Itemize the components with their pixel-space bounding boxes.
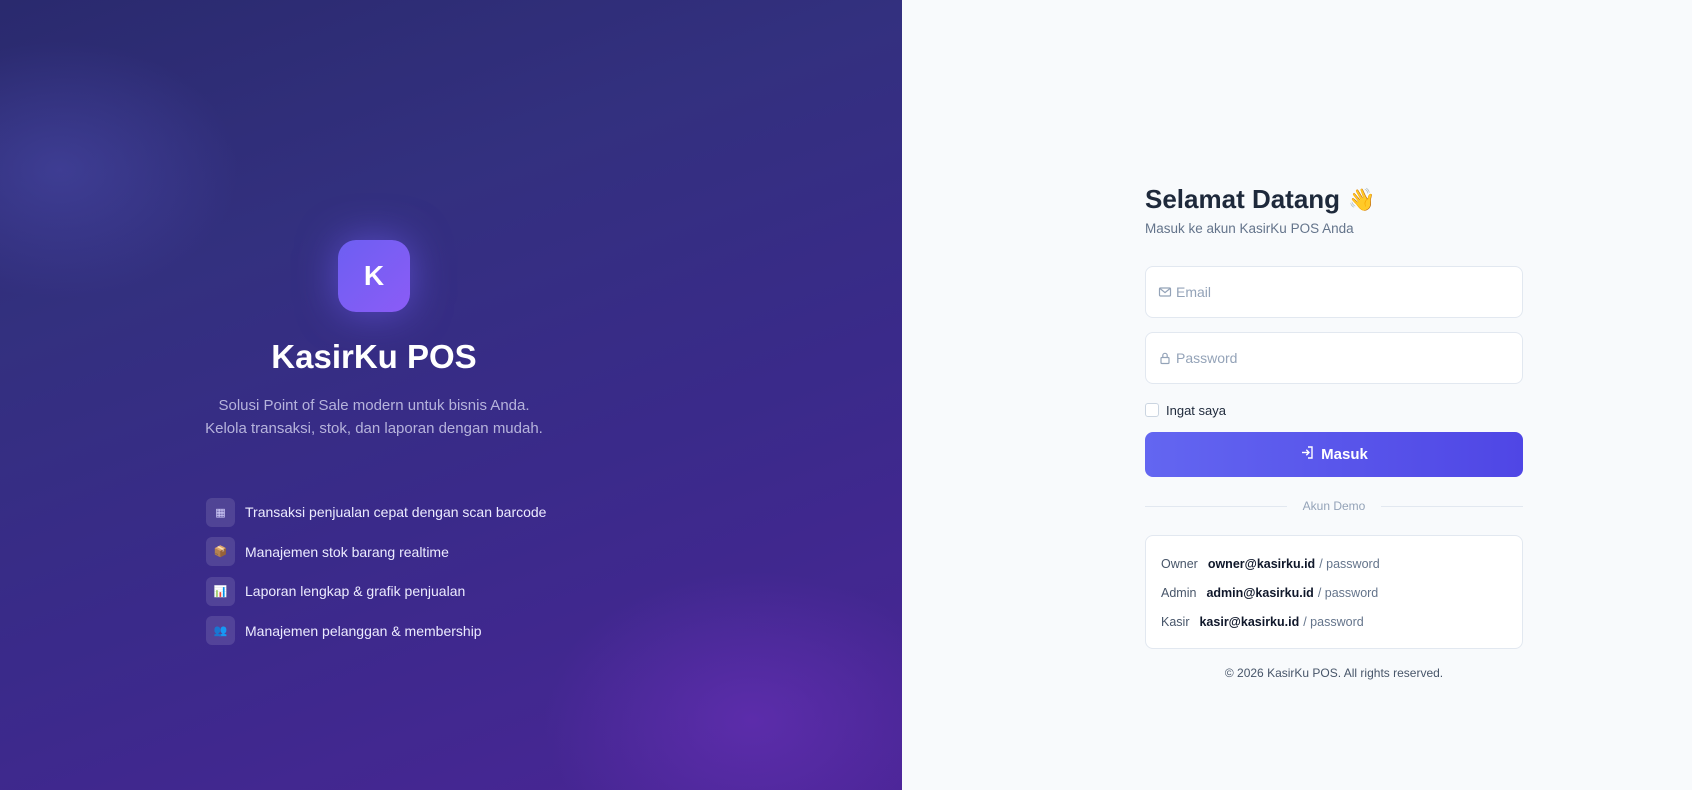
demo-role: Kasir bbox=[1161, 614, 1190, 629]
waving-hand-icon: 👋 bbox=[1348, 186, 1376, 212]
feature-item: 📊 Laporan lengkap & grafik penjualan bbox=[206, 576, 546, 606]
demo-role: Admin bbox=[1161, 585, 1197, 600]
demo-password: / password bbox=[1319, 556, 1380, 571]
demo-email: owner@kasirku.id bbox=[1207, 556, 1316, 571]
feature-item: 📦 Manajemen stok barang realtime bbox=[206, 537, 546, 567]
welcome-heading: Selamat Datang 👋 bbox=[1145, 184, 1523, 215]
demo-accounts-box: Owner owner@kasirku.id / password Admin … bbox=[1145, 535, 1523, 649]
login-form: Selamat Datang 👋 Masuk ke akun KasirKu P… bbox=[1145, 184, 1524, 680]
feature-item: ▦ Transaksi penjualan cepat dengan scan … bbox=[206, 497, 546, 527]
remember-checkbox[interactable] bbox=[1145, 403, 1159, 417]
demo-password: / password bbox=[1317, 585, 1379, 600]
login-icon bbox=[1300, 445, 1315, 464]
login-button-label: Masuk bbox=[1321, 446, 1368, 463]
box-icon: 📦 bbox=[206, 537, 235, 566]
email-input[interactable] bbox=[1176, 284, 1496, 300]
remember-me[interactable]: Ingat saya bbox=[1145, 402, 1523, 418]
login-button[interactable]: Masuk bbox=[1145, 432, 1523, 477]
email-field[interactable] bbox=[1145, 266, 1523, 318]
demo-divider-label: Akun Demo bbox=[1302, 499, 1366, 513]
feature-text: Manajemen stok barang realtime bbox=[245, 543, 449, 560]
brand-description: Solusi Point of Sale modern untuk bisnis… bbox=[205, 397, 543, 437]
barcode-icon: ▦ bbox=[206, 497, 235, 527]
login-subtitle: Masuk ke akun KasirKu POS Anda bbox=[1145, 221, 1354, 236]
people-icon: 👥 bbox=[206, 616, 235, 645]
remember-label: Ingat saya bbox=[1166, 402, 1226, 418]
login-panel: Selamat Datang 👋 Masuk ke akun KasirKu P… bbox=[902, 0, 1692, 790]
chart-icon: 📊 bbox=[206, 576, 235, 606]
lock-icon bbox=[1158, 351, 1172, 365]
demo-password: / password bbox=[1303, 614, 1364, 629]
brand-title: KasirKu POS bbox=[271, 338, 477, 375]
feature-list: ▦ Transaksi penjualan cepat dengan scan … bbox=[206, 497, 546, 655]
divider-line bbox=[1381, 505, 1524, 507]
feature-text: Transaksi penjualan cepat dengan scan ba… bbox=[245, 504, 547, 520]
feature-item: 👥 Manajemen pelanggan & membership bbox=[206, 616, 546, 646]
demo-role: Owner bbox=[1161, 556, 1198, 571]
feature-text: Laporan lengkap & grafik penjualan bbox=[245, 583, 466, 599]
demo-email: kasir@kasirku.id bbox=[1199, 614, 1300, 629]
app-logo: K bbox=[338, 240, 410, 312]
demo-email: admin@kasirku.id bbox=[1206, 585, 1314, 600]
demo-divider: Akun Demo bbox=[1145, 499, 1524, 513]
password-field[interactable] bbox=[1145, 332, 1523, 384]
password-input[interactable] bbox=[1176, 350, 1496, 366]
demo-account-row[interactable]: Admin admin@kasirku.id / password bbox=[1161, 578, 1507, 607]
demo-account-row[interactable]: Kasir kasir@kasirku.id / password bbox=[1161, 607, 1507, 636]
divider-line bbox=[1145, 505, 1287, 507]
welcome-title: Selamat Datang bbox=[1145, 184, 1341, 214]
copyright-footer: © 2026 KasirKu POS. All rights reserved. bbox=[1224, 666, 1444, 680]
brand-panel: K KasirKu POS Solusi Point of Sale moder… bbox=[0, 0, 902, 790]
brand-content: K KasirKu POS Solusi Point of Sale moder… bbox=[0, 0, 748, 790]
feature-text: Manajemen pelanggan & membership bbox=[245, 622, 482, 639]
mail-icon bbox=[1158, 285, 1172, 299]
demo-account-row[interactable]: Owner owner@kasirku.id / password bbox=[1161, 549, 1507, 578]
